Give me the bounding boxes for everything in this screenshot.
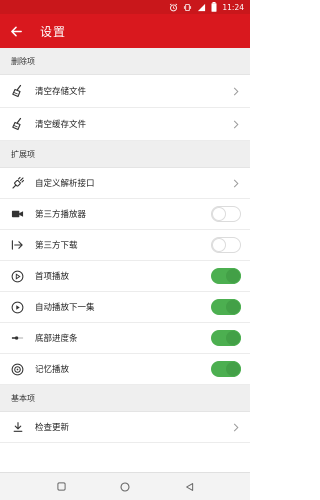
section-header-extend: 扩展项: [0, 141, 250, 168]
video-camera-icon: [0, 199, 35, 229]
chevron-right-icon: [227, 120, 245, 129]
status-bar: 11:24: [0, 0, 250, 14]
vibrate-icon: [183, 3, 192, 12]
autoplay-next-row[interactable]: 自动播放下一集: [0, 292, 250, 323]
back-button[interactable]: [0, 14, 32, 48]
memory-play-label: 记忆播放: [35, 365, 70, 375]
check-update-label: 检查更新: [35, 423, 70, 433]
third-party-player-row[interactable]: 第三方播放器: [0, 199, 250, 230]
section-header-delete: 删除项: [0, 48, 250, 75]
recent-apps-icon: [56, 482, 66, 491]
custom-parse-api-label: 自定义解析接口: [35, 179, 95, 189]
plug-icon: [0, 168, 35, 198]
system-nav-bar: [0, 472, 250, 500]
first-item-play-toggle[interactable]: [211, 268, 241, 284]
home-icon: [120, 481, 130, 492]
clear-cache-row[interactable]: 清空缓存文件: [0, 108, 250, 141]
system-back-button[interactable]: [177, 475, 201, 499]
download-arrow-icon: [0, 230, 35, 260]
progress-bar-icon: [0, 323, 35, 353]
broom-icon: [0, 108, 35, 140]
chevron-right-icon: [227, 87, 245, 96]
bottom-progress-toggle[interactable]: [211, 330, 241, 346]
section-header-basic: 基本项: [0, 385, 250, 412]
clear-storage-row[interactable]: 清空存储文件: [0, 75, 250, 108]
memory-icon: [0, 354, 35, 384]
custom-parse-api-row[interactable]: 自定义解析接口: [0, 168, 250, 199]
memory-play-row[interactable]: 记忆播放: [0, 354, 250, 385]
status-time: 11:24: [222, 2, 244, 12]
home-button[interactable]: [113, 475, 137, 499]
chevron-right-icon: [227, 179, 245, 188]
chevron-right-icon: [227, 423, 245, 432]
app-bar: 设置: [0, 14, 250, 48]
update-download-icon: [0, 412, 35, 442]
third-party-download-toggle[interactable]: [211, 237, 241, 253]
back-triangle-icon: [185, 482, 193, 491]
bottom-progress-row[interactable]: 底部进度条: [0, 323, 250, 354]
memory-play-toggle[interactable]: [211, 361, 241, 377]
settings-list[interactable]: 删除项 清空存储文件 清空缓存文件 扩展项 自定义解析接口 第三方播放器 第三方…: [0, 48, 250, 472]
broom-icon: [0, 75, 35, 107]
alarm-icon: [169, 3, 178, 12]
first-item-play-label: 首项播放: [35, 272, 70, 282]
third-party-download-row[interactable]: 第三方下载: [0, 230, 250, 261]
third-party-player-toggle[interactable]: [211, 206, 241, 222]
play-circle-filled-icon: [0, 292, 35, 322]
check-update-row[interactable]: 检查更新: [0, 412, 250, 443]
play-circle-icon: [0, 261, 35, 291]
autoplay-next-label: 自动播放下一集: [35, 303, 95, 313]
clear-storage-label: 清空存储文件: [35, 87, 87, 97]
recent-apps-button[interactable]: [49, 475, 73, 499]
page-title: 设置: [40, 24, 67, 39]
third-party-download-label: 第三方下载: [35, 241, 78, 251]
signal-icon: [197, 3, 206, 12]
bottom-progress-label: 底部进度条: [35, 334, 78, 344]
autoplay-next-toggle[interactable]: [211, 299, 241, 315]
first-item-play-row[interactable]: 首项播放: [0, 261, 250, 292]
third-party-player-label: 第三方播放器: [35, 210, 87, 220]
battery-icon: [211, 2, 217, 12]
clear-cache-label: 清空缓存文件: [35, 120, 87, 130]
arrow-left-icon: [10, 26, 22, 36]
